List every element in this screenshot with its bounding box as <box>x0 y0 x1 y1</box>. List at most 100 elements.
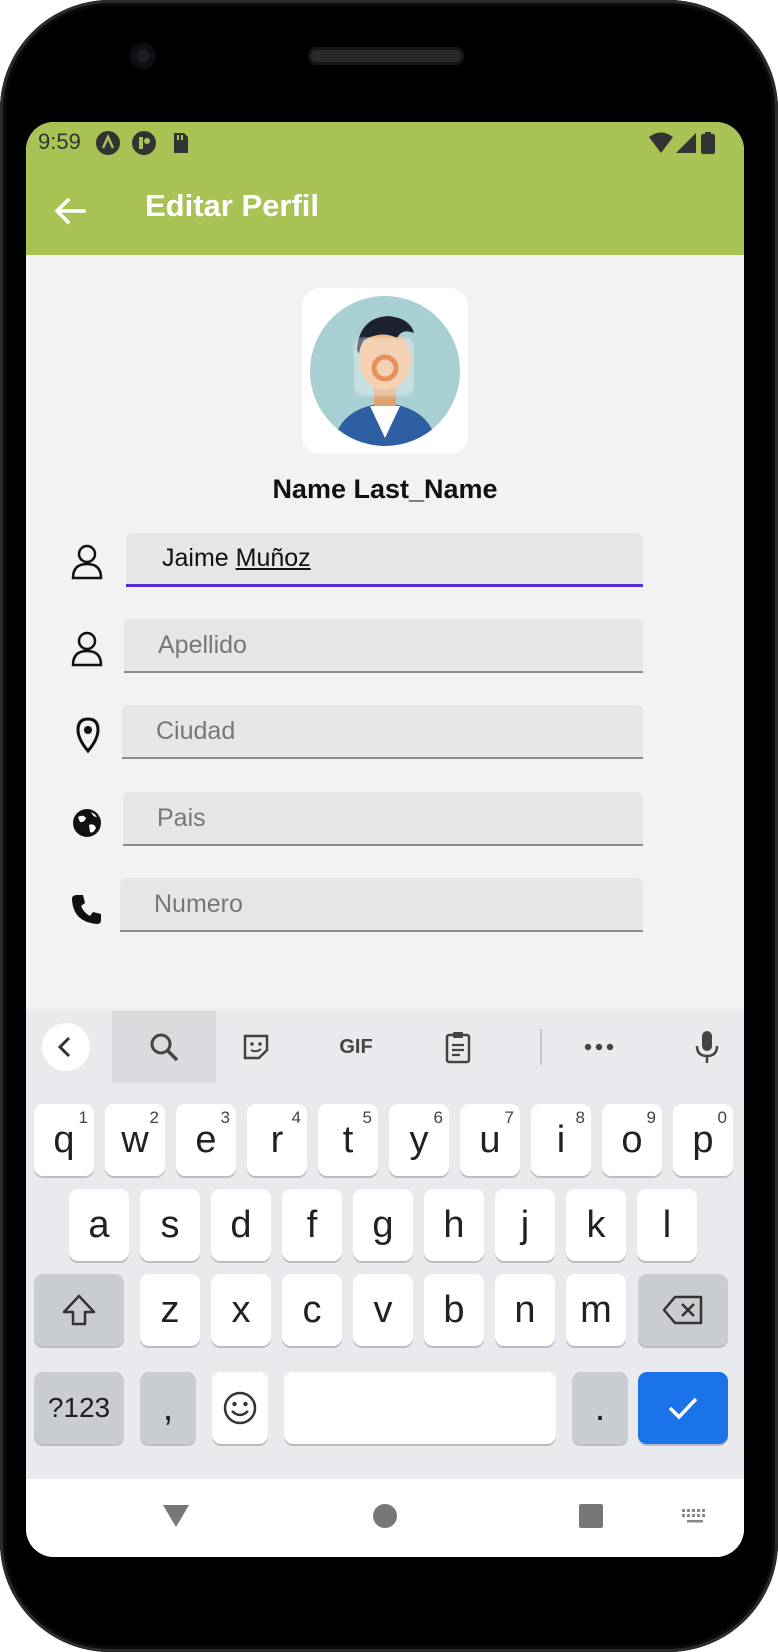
key-o[interactable]: o9 <box>602 1104 662 1176</box>
period-key[interactable]: . <box>572 1372 628 1444</box>
key-l[interactable]: l <box>637 1189 697 1261</box>
phone-input[interactable] <box>120 878 643 930</box>
country-input[interactable] <box>123 792 643 844</box>
home-circle-icon[interactable] <box>372 1503 398 1529</box>
shift-icon <box>62 1294 96 1326</box>
key-b[interactable]: b <box>424 1274 484 1346</box>
first-name-field[interactable]: Jaime Muñoz <box>126 533 643 587</box>
key-w[interactable]: w2 <box>105 1104 165 1176</box>
key-label: v <box>373 1288 393 1331</box>
key-hint: 0 <box>717 1108 727 1127</box>
key-j[interactable]: j <box>495 1189 555 1261</box>
notification-b-icon <box>132 131 156 155</box>
key-g[interactable]: g <box>353 1189 413 1261</box>
key-label: r <box>270 1118 284 1161</box>
key-hint: 3 <box>220 1108 230 1127</box>
keyboard-toolbar: GIF <box>26 1009 744 1087</box>
key-hint: 6 <box>433 1108 443 1127</box>
earpiece-speaker <box>308 47 464 65</box>
key-z[interactable]: z <box>140 1274 200 1346</box>
key-t[interactable]: t5 <box>318 1104 378 1176</box>
key-v[interactable]: v <box>353 1274 413 1346</box>
key-label: o <box>621 1118 643 1161</box>
last-name-input[interactable] <box>124 619 643 671</box>
key-label: g <box>372 1203 394 1246</box>
key-r[interactable]: r4 <box>247 1104 307 1176</box>
back-arrow-icon[interactable] <box>46 186 96 236</box>
key-m[interactable]: m <box>566 1274 626 1346</box>
notification-a-icon <box>96 131 120 155</box>
gif-button[interactable]: GIF <box>326 1011 386 1083</box>
key-e[interactable]: e3 <box>176 1104 236 1176</box>
more-icon <box>584 1043 614 1051</box>
key-h[interactable]: h <box>424 1189 484 1261</box>
shift-key[interactable] <box>34 1274 124 1346</box>
key-y[interactable]: y6 <box>389 1104 449 1176</box>
last-name-field[interactable] <box>124 619 643 673</box>
voice-input-button[interactable] <box>682 1011 732 1083</box>
navigation-bar <box>26 1479 744 1557</box>
location-pin-icon <box>76 717 100 754</box>
key-label: n <box>514 1288 536 1331</box>
key-hint: 2 <box>149 1108 159 1127</box>
key-i[interactable]: i8 <box>531 1104 591 1176</box>
screen: 9:59 Editar Perfil Name Last_Name Jaime … <box>26 122 744 1557</box>
key-label: w <box>121 1118 149 1161</box>
sd-card-icon <box>174 133 188 153</box>
key-c[interactable]: c <box>282 1274 342 1346</box>
backspace-icon <box>662 1295 703 1325</box>
profile-name: Name Last_Name <box>272 474 498 504</box>
phone-frame: 9:59 Editar Perfil Name Last_Name Jaime … <box>0 0 778 1652</box>
soft-keyboard: GIF q1w2e3r4t5y6u7i8o9p0 asdfghjkl zxcvb… <box>26 1009 744 1479</box>
first-name-text: Jaime <box>162 544 236 572</box>
key-d[interactable]: d <box>211 1189 271 1261</box>
emoji-key[interactable] <box>212 1372 268 1444</box>
key-label: x <box>231 1288 251 1331</box>
country-field[interactable] <box>123 792 643 846</box>
battery-icon <box>701 132 715 154</box>
clipboard-button[interactable] <box>433 1011 483 1083</box>
key-s[interactable]: s <box>140 1189 200 1261</box>
more-button[interactable] <box>574 1011 624 1083</box>
key-label: y <box>409 1118 429 1161</box>
key-label: b <box>443 1288 465 1331</box>
key-p[interactable]: p0 <box>673 1104 733 1176</box>
recents-square-icon[interactable] <box>578 1503 604 1529</box>
symbols-key[interactable]: ?123 <box>34 1372 124 1444</box>
toolbar-divider <box>540 1029 542 1065</box>
key-f[interactable]: f <box>282 1189 342 1261</box>
sticker-button[interactable] <box>231 1011 281 1083</box>
city-field[interactable] <box>122 705 643 759</box>
comma-key[interactable]: , <box>140 1372 196 1444</box>
key-label: k <box>586 1203 606 1246</box>
city-input[interactable] <box>122 705 643 757</box>
sticker-icon <box>243 1034 269 1060</box>
back-triangle-icon[interactable] <box>160 1501 192 1529</box>
space-key[interactable] <box>284 1372 556 1444</box>
key-q[interactable]: q1 <box>34 1104 94 1176</box>
globe-icon <box>73 809 101 837</box>
search-button[interactable] <box>112 1011 216 1083</box>
key-hint: 4 <box>291 1108 301 1127</box>
keyboard-switch-icon[interactable] <box>681 1508 709 1524</box>
key-label: e <box>195 1118 217 1161</box>
key-x[interactable]: x <box>211 1274 271 1346</box>
wifi-icon <box>649 132 673 153</box>
key-label: j <box>520 1203 530 1246</box>
first-name-value[interactable]: Jaime Muñoz <box>162 544 311 573</box>
status-time: 9:59 <box>38 129 81 154</box>
avatar-illustration <box>310 296 460 446</box>
key-k[interactable]: k <box>566 1189 626 1261</box>
phone-field[interactable] <box>120 878 643 932</box>
person-icon <box>71 631 103 667</box>
key-a[interactable]: a <box>69 1189 129 1261</box>
key-n[interactable]: n <box>495 1274 555 1346</box>
key-hint: 1 <box>78 1108 88 1127</box>
key-label: i <box>556 1118 566 1161</box>
key-u[interactable]: u7 <box>460 1104 520 1176</box>
enter-key[interactable] <box>638 1372 728 1444</box>
collapse-toolbar-button[interactable] <box>40 1011 92 1083</box>
avatar[interactable] <box>302 288 468 454</box>
key-label: z <box>160 1288 180 1331</box>
backspace-key[interactable] <box>638 1274 728 1346</box>
